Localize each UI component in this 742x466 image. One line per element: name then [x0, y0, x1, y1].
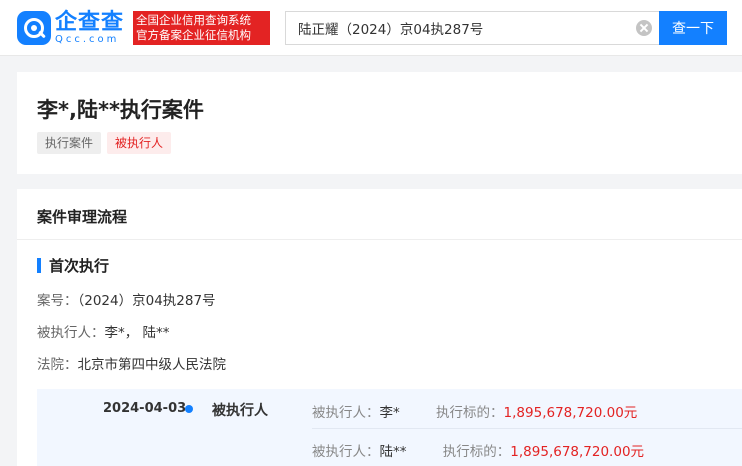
case-tags: 执行案件 被执行人 — [37, 132, 172, 154]
executed-person-value: 李*， 陆** — [104, 325, 170, 341]
person-value: 李* — [379, 405, 400, 421]
stage-marker — [37, 258, 41, 273]
timeline-row-divider — [312, 428, 742, 429]
amount-value: 1,895,678,720.00元 — [503, 405, 638, 421]
case-number-value: （2024）京04执287号 — [77, 293, 216, 309]
timeline-row: 被执行人：李* 执行标的：1,895,678,720.00元 — [312, 401, 637, 421]
logo-en-text: Qcc.com — [55, 33, 120, 45]
timeline-row: 被执行人：陆** 执行标的：1,895,678,720.00元 — [312, 440, 644, 460]
amount-label: 执行标的： — [436, 405, 504, 421]
page-title: 李*,陆**执行案件 — [37, 98, 204, 122]
logo-cn-text: 企查查 — [55, 9, 125, 35]
section-divider — [17, 239, 742, 240]
official-badge: 全国企业信用查询系统 官方备案企业征信机构 — [133, 11, 270, 45]
tag-execution-case: 执行案件 — [37, 132, 102, 154]
case-number-row: 案号：（2024）京04执287号 — [37, 289, 216, 309]
court-label: 法院： — [37, 357, 78, 373]
court-value: 北京市第四中级人民法院 — [77, 357, 227, 373]
search-box — [285, 11, 659, 45]
stage-title: 首次执行 — [49, 257, 110, 275]
clear-icon[interactable] — [636, 20, 652, 36]
timeline-role: 被执行人 — [212, 403, 268, 419]
amount-value: 1,895,678,720.00元 — [510, 444, 645, 460]
person-label: 被执行人： — [312, 405, 380, 421]
badge-line-2: 官方备案企业征信机构 — [136, 28, 251, 42]
search-button[interactable]: 查一下 — [659, 11, 727, 45]
court-row: 法院：北京市第四中级人民法院 — [37, 353, 226, 373]
top-header: 企查查 Qcc.com 全国企业信用查询系统 官方备案企业征信机构 查一下 — [0, 0, 742, 56]
amount-label: 执行标的： — [442, 444, 511, 460]
executed-person-label: 被执行人： — [37, 325, 105, 341]
case-process-card: 案件审理流程 首次执行 案号：（2024）京04执287号 被执行人：李*， 陆… — [17, 189, 742, 466]
logo-magnifier-icon — [17, 11, 51, 45]
timeline-entry: 2024-04-03 被执行人 被执行人：李* 执行标的：1,895,678,7… — [37, 389, 742, 466]
timeline-dot — [185, 405, 193, 413]
qcc-logo[interactable]: 企查查 Qcc.com — [17, 11, 124, 45]
search-input[interactable] — [286, 12, 626, 44]
case-number-label: 案号： — [37, 293, 78, 309]
executed-person-row: 被执行人：李*， 陆** — [37, 321, 170, 341]
person-label: 被执行人： — [312, 444, 380, 460]
section-title: 案件审理流程 — [37, 208, 128, 226]
tag-executed-person: 被执行人 — [107, 132, 172, 154]
case-header-card: 李*,陆**执行案件 执行案件 被执行人 — [17, 72, 742, 174]
badge-line-1: 全国企业信用查询系统 — [136, 13, 251, 27]
timeline-date: 2024-04-03 — [103, 401, 187, 416]
person-value: 陆** — [379, 444, 407, 460]
